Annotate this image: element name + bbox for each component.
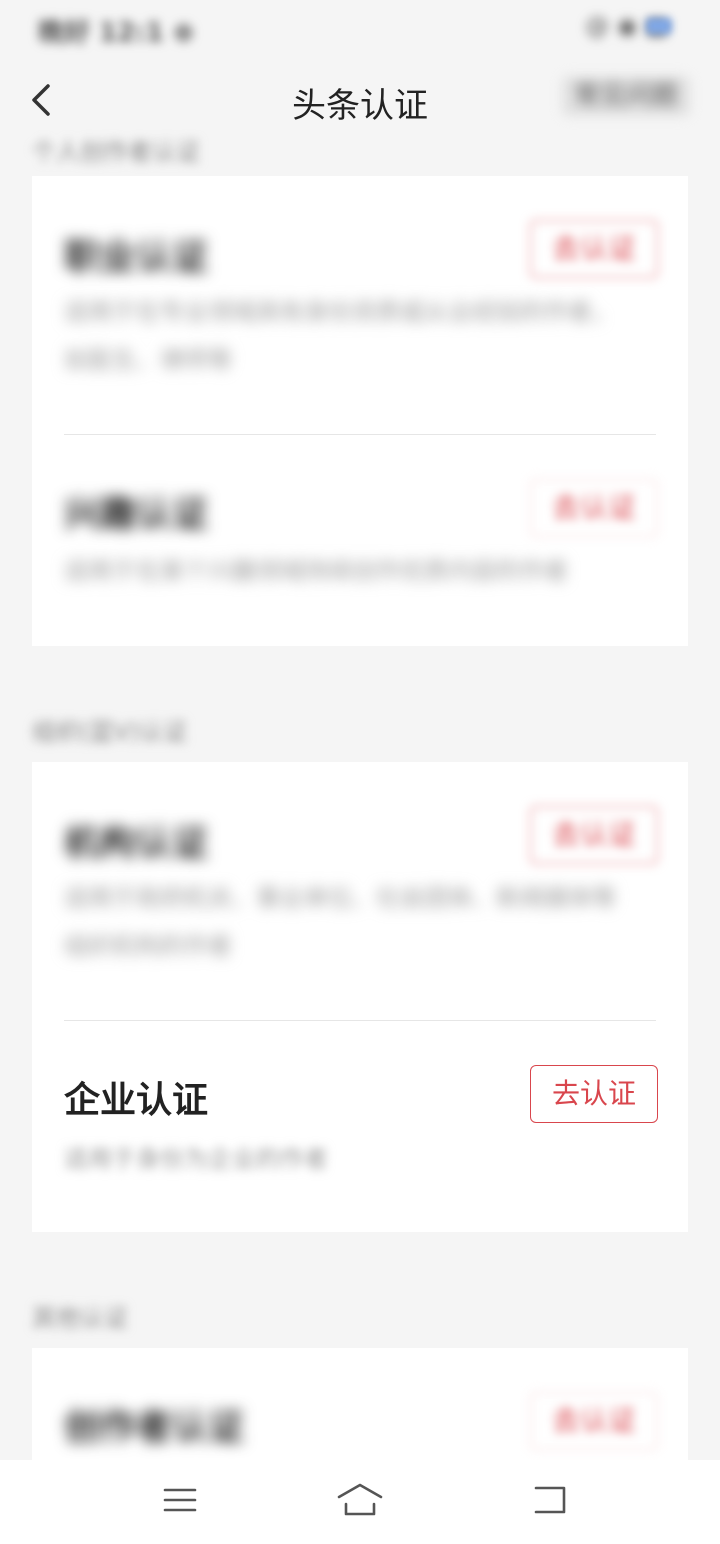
back-icon[interactable] xyxy=(532,1482,568,1522)
section-label-org: 组织(蓝V)认证 xyxy=(32,718,188,746)
list-item[interactable]: 职业认证 去认证 适用于在专业领域具有身份资质或从业经验的作者，如医生、律师等 xyxy=(32,176,688,434)
faq-link-label: 常见问题 xyxy=(573,81,678,111)
item-title: 职业认证 xyxy=(64,237,209,278)
section-label-other: 其他认证 xyxy=(32,1304,128,1332)
screen: 晚好 12:1 ⊕ @ ◉ ▦ 头条认证 常见问题 个人创作者认证 职业认证 去… xyxy=(0,0,720,1544)
battery-icon xyxy=(646,18,672,34)
section-label-personal: 个人创作者认证 xyxy=(32,138,200,166)
status-time: 晚好 12:1 ⊕ xyxy=(38,18,195,48)
list-item[interactable]: 机构认证 去认证 适用于政府机关、事业单位、社会团体、新闻媒体等组织机构的作者 xyxy=(32,762,688,1020)
home-icon[interactable] xyxy=(336,1480,384,1524)
faq-link[interactable]: 常见问题 xyxy=(562,76,690,116)
item-desc: 适用于身份为企业的作者 xyxy=(64,1145,328,1173)
item-desc: 适用于在某个兴趣领域持续创作优质内容的作者 xyxy=(64,557,568,585)
item-desc: 适用于在专业领域具有身份资质或从业经验的作者，如医生、律师等 xyxy=(64,298,616,374)
enterprise-certify-button[interactable]: 去认证 xyxy=(530,1065,658,1123)
menu-icon[interactable] xyxy=(162,1482,198,1522)
system-nav-bar xyxy=(0,1460,720,1544)
certify-button[interactable]: 去认证 xyxy=(530,806,658,864)
certify-button[interactable]: 去认证 xyxy=(530,479,658,537)
nav-bar: 头条认证 常见问题 xyxy=(0,56,720,144)
list-item[interactable]: 兴趣认证 去认证 适用于在某个兴趣领域持续创作优质内容的作者 xyxy=(32,435,688,646)
item-title: 机构认证 xyxy=(64,823,209,864)
card-other: 创作者认证 去认证 xyxy=(32,1348,688,1468)
item-title: 兴趣认证 xyxy=(64,494,209,535)
certify-button[interactable]: 去认证 xyxy=(530,220,658,278)
card-personal: 职业认证 去认证 适用于在专业领域具有身份资质或从业经验的作者，如医生、律师等 … xyxy=(32,176,688,646)
item-desc: 适用于政府机关、事业单位、社会团体、新闻媒体等组织机构的作者 xyxy=(64,884,616,960)
list-item[interactable]: 创作者认证 去认证 xyxy=(32,1348,688,1468)
status-bar: 晚好 12:1 ⊕ @ ◉ ▦ xyxy=(0,0,720,56)
item-title: 创作者认证 xyxy=(64,1407,245,1448)
card-org: 机构认证 去认证 适用于政府机关、事业单位、社会团体、新闻媒体等组织机构的作者 … xyxy=(32,762,688,1232)
item-title: 企业认证 xyxy=(64,1080,209,1121)
certify-button[interactable]: 去认证 xyxy=(530,1392,658,1450)
list-item-enterprise[interactable]: 企业认证 去认证 适用于身份为企业的作者 xyxy=(32,1021,688,1232)
